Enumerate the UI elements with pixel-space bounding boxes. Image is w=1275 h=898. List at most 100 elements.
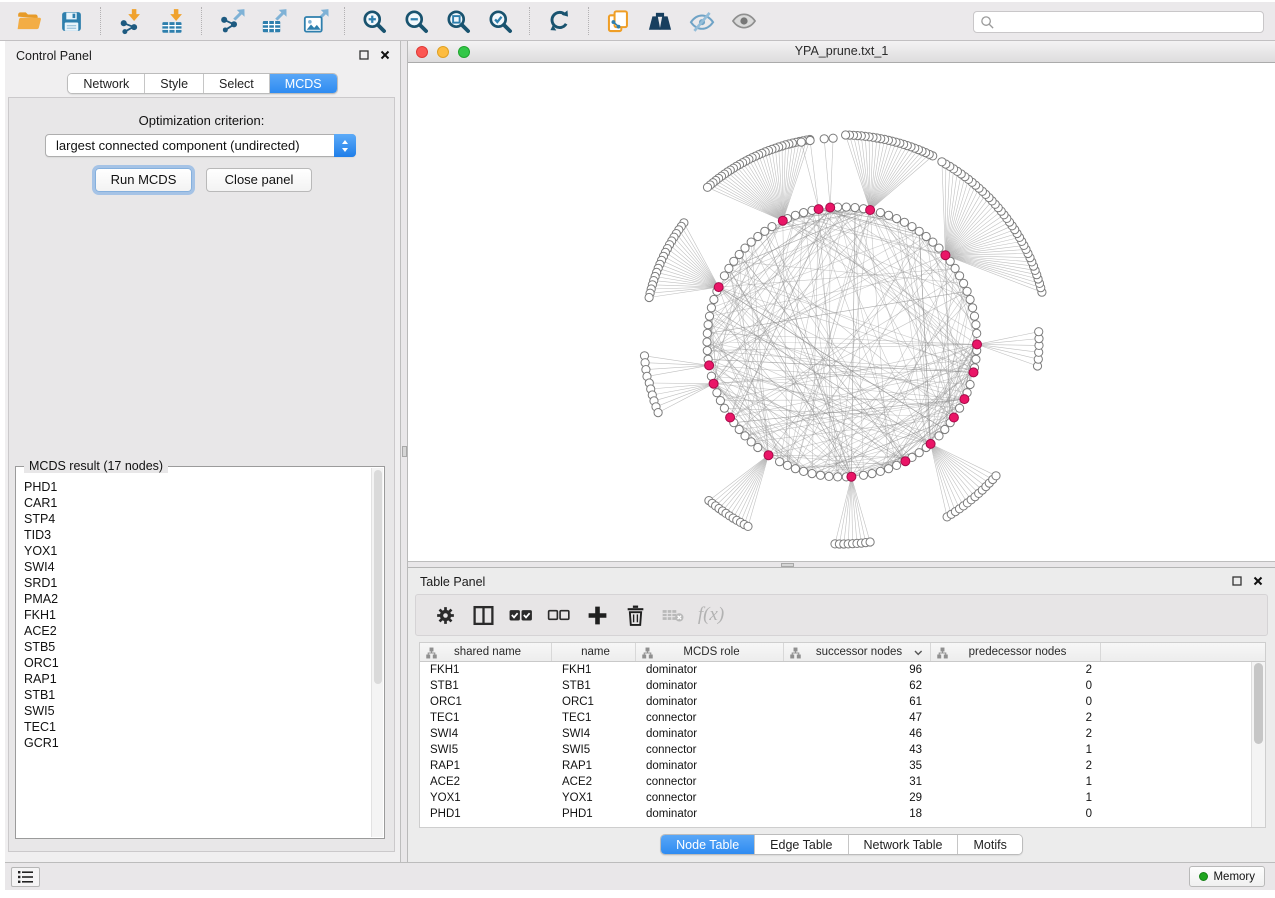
cell-successors[interactable]: 35 — [784, 758, 931, 774]
hide-selected-icon[interactable] — [687, 6, 717, 36]
cell-predecessors[interactable]: 1 — [931, 742, 1101, 758]
cell-name[interactable]: ACE2 — [552, 774, 636, 790]
cell-name[interactable]: SWI5 — [552, 742, 636, 758]
list-item[interactable]: CAR1 — [24, 495, 371, 511]
cell-predecessors[interactable]: 0 — [931, 678, 1101, 694]
vertical-splitter[interactable] — [401, 41, 408, 862]
list-item[interactable]: STB5 — [24, 639, 371, 655]
show-all-icon[interactable] — [729, 6, 759, 36]
float-panel-icon[interactable] — [1232, 576, 1242, 586]
cell-successors[interactable]: 18 — [784, 806, 931, 822]
table-row[interactable]: YOX1YOX1connector291 — [420, 790, 1251, 806]
cell-name[interactable]: FKH1 — [552, 662, 636, 678]
cell-shared-name[interactable]: RAP1 — [420, 758, 552, 774]
import-network-icon[interactable] — [115, 6, 145, 36]
import-table-icon[interactable] — [157, 6, 187, 36]
cell-shared-name[interactable]: YOX1 — [420, 790, 552, 806]
table-row[interactable]: TEC1TEC1connector472 — [420, 710, 1251, 726]
cell-name[interactable]: YOX1 — [552, 790, 636, 806]
cell-mcds-role[interactable]: dominator — [636, 694, 784, 710]
optimization-criterion-select[interactable]: largest connected component (undirected) — [45, 134, 356, 157]
mcds-result-list[interactable]: PHD1 CAR1 STP4 TID3 YOX1 SWI4 SRD1 PMA2 … — [17, 476, 371, 837]
list-item[interactable]: GCR1 — [24, 735, 371, 751]
tab-network-table[interactable]: Network Table — [849, 835, 959, 854]
table-scrollbar[interactable] — [1251, 662, 1265, 827]
memory-button[interactable]: Memory — [1189, 866, 1265, 887]
table-row[interactable]: FKH1FKH1dominator962 — [420, 662, 1251, 678]
table-settings-icon[interactable] — [432, 602, 458, 628]
export-network-icon[interactable] — [216, 6, 246, 36]
tab-edge-table[interactable]: Edge Table — [755, 835, 848, 854]
table-row[interactable]: ORC1ORC1dominator610 — [420, 694, 1251, 710]
cell-mcds-role[interactable]: dominator — [636, 678, 784, 694]
task-history-button[interactable] — [11, 867, 40, 887]
list-item[interactable]: STB1 — [24, 687, 371, 703]
cell-successors[interactable]: 31 — [784, 774, 931, 790]
list-item[interactable]: SWI5 — [24, 703, 371, 719]
column-header-mcds-role[interactable]: MCDS role — [636, 643, 784, 661]
table-row[interactable]: SWI5SWI5connector431 — [420, 742, 1251, 758]
add-column-icon[interactable] — [584, 602, 610, 628]
apply-layout-icon[interactable] — [544, 6, 574, 36]
cell-shared-name[interactable]: ORC1 — [420, 694, 552, 710]
list-item[interactable]: RAP1 — [24, 671, 371, 687]
table-row[interactable]: ACE2ACE2connector311 — [420, 774, 1251, 790]
horizontal-splitter[interactable] — [408, 561, 1275, 568]
list-item[interactable]: TEC1 — [24, 719, 371, 735]
tab-motifs[interactable]: Motifs — [958, 835, 1021, 854]
list-scrollbar[interactable] — [371, 468, 383, 837]
tab-node-table[interactable]: Node Table — [661, 835, 755, 854]
cell-shared-name[interactable]: PHD1 — [420, 806, 552, 822]
splitter-grip[interactable] — [781, 563, 794, 567]
select-all-rows-icon[interactable] — [508, 602, 534, 628]
table-row[interactable]: PHD1PHD1dominator180 — [420, 806, 1251, 822]
list-item[interactable]: PMA2 — [24, 591, 371, 607]
list-item[interactable]: ORC1 — [24, 655, 371, 671]
list-item[interactable]: YOX1 — [24, 543, 371, 559]
float-panel-icon[interactable] — [359, 50, 369, 60]
cell-predecessors[interactable]: 2 — [931, 710, 1101, 726]
cell-mcds-role[interactable]: dominator — [636, 662, 784, 678]
splitter-grip[interactable] — [402, 446, 407, 457]
cell-shared-name[interactable]: ACE2 — [420, 774, 552, 790]
column-header-predecessor-nodes[interactable]: predecessor nodes — [931, 643, 1101, 661]
cell-shared-name[interactable]: FKH1 — [420, 662, 552, 678]
list-item[interactable]: PHD1 — [24, 479, 371, 495]
list-item[interactable]: STP4 — [24, 511, 371, 527]
first-neighbors-icon[interactable] — [645, 6, 675, 36]
cell-predecessors[interactable]: 2 — [931, 726, 1101, 742]
zoom-fit-icon[interactable] — [443, 6, 473, 36]
column-header-successor-nodes[interactable]: successor nodes — [784, 643, 931, 661]
close-panel-button[interactable]: Close panel — [206, 168, 312, 192]
zoom-out-icon[interactable] — [401, 6, 431, 36]
cell-mcds-role[interactable]: dominator — [636, 758, 784, 774]
deselect-all-rows-icon[interactable] — [546, 602, 572, 628]
table-row[interactable]: RAP1RAP1dominator352 — [420, 758, 1251, 774]
save-session-icon[interactable] — [56, 6, 86, 36]
export-table-icon[interactable] — [258, 6, 288, 36]
list-item[interactable]: SWI4 — [24, 559, 371, 575]
run-mcds-button[interactable]: Run MCDS — [95, 168, 192, 192]
table-row[interactable]: STB1STB1dominator620 — [420, 678, 1251, 694]
tab-network[interactable]: Network — [68, 74, 145, 93]
cell-shared-name[interactable]: SWI5 — [420, 742, 552, 758]
cell-successors[interactable]: 96 — [784, 662, 931, 678]
cell-predecessors[interactable]: 2 — [931, 662, 1101, 678]
cell-successors[interactable]: 46 — [784, 726, 931, 742]
cell-mcds-role[interactable]: connector — [636, 742, 784, 758]
tab-select[interactable]: Select — [204, 74, 270, 93]
export-image-icon[interactable] — [300, 6, 330, 36]
zoom-in-icon[interactable] — [359, 6, 389, 36]
tab-mcds[interactable]: MCDS — [270, 74, 337, 93]
search-box[interactable] — [973, 11, 1264, 33]
cell-predecessors[interactable]: 2 — [931, 758, 1101, 774]
cell-mcds-role[interactable]: connector — [636, 710, 784, 726]
cell-name[interactable]: PHD1 — [552, 806, 636, 822]
table-row[interactable]: SWI4SWI4dominator462 — [420, 726, 1251, 742]
list-item[interactable]: TID3 — [24, 527, 371, 543]
cell-name[interactable]: TEC1 — [552, 710, 636, 726]
close-panel-icon[interactable] — [380, 50, 390, 60]
cell-mcds-role[interactable]: dominator — [636, 726, 784, 742]
cell-shared-name[interactable]: SWI4 — [420, 726, 552, 742]
list-item[interactable]: FKH1 — [24, 607, 371, 623]
